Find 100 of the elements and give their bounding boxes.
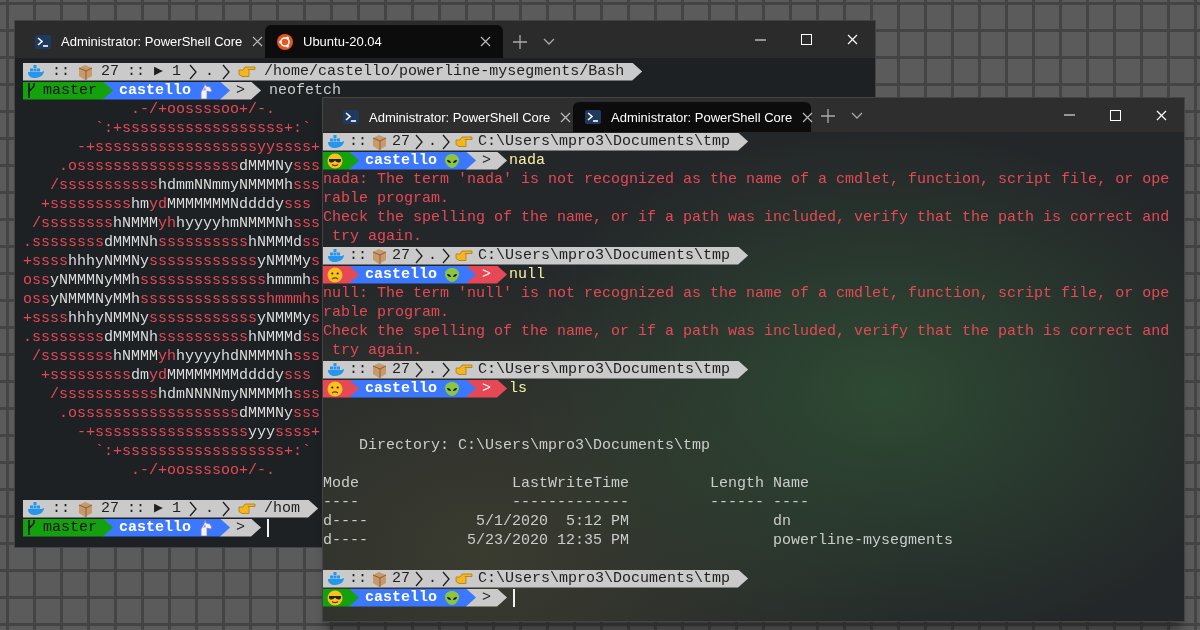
whale-icon [27, 64, 44, 79]
box-icon [372, 361, 387, 378]
ascii-art-line: /sssssssshNMMMyhhyyyyhdNMMMNhsss [31, 347, 321, 366]
error-text: try again. [331, 227, 423, 246]
ascii-art-line: .ssssssssdMMMNhsssssssssshNMMMdss [23, 328, 321, 347]
chevron-icon [442, 570, 451, 587]
tab[interactable]: Ubuntu-20.04 [265, 25, 503, 58]
pointing-hand-icon [455, 135, 474, 148]
count-text: 27 [101, 62, 120, 81]
whale-icon [327, 571, 344, 586]
terminal-prompt-icon [585, 110, 601, 124]
prompt-symbol: > [236, 81, 246, 100]
directory-text: . [205, 499, 215, 518]
separator-text: :: [349, 246, 367, 265]
command-text: nada [509, 151, 546, 170]
ascii-art-line: +ssssssssshmydMMMMMMMNddddysss [40, 195, 312, 214]
separator-text: :: [52, 499, 70, 518]
user-text: castello [365, 151, 437, 170]
close-icon[interactable] [802, 111, 814, 123]
count-text: 27 [392, 569, 411, 588]
close-icon[interactable] [252, 36, 264, 47]
chevron-icon [442, 361, 451, 378]
separator-text: :: [52, 62, 70, 81]
ascii-art-line: +sssshhhyNMMNyssssssssssssyNMMMys [23, 309, 321, 328]
frowning-face-icon [327, 380, 343, 397]
user-text: castello [365, 588, 437, 607]
output-text: ---- ------------- ------ ---- [323, 493, 810, 512]
new-tab-button[interactable] [821, 109, 835, 123]
ascii-art-line: ossyNMMMNyMMhsssssssssssssshmmmhs [23, 290, 321, 309]
ascii-art-line: ossyNMMMNyMMhsssssssssssssshmmmhs [23, 271, 321, 290]
unicorn-icon [198, 519, 215, 536]
error-text: nada: The term 'nada' is not recognized as the name of a cmdlet, function, script file, or ope [323, 170, 1170, 189]
output-text: Mode LastWriteTime Length Name [323, 474, 810, 493]
close-icon[interactable] [560, 111, 572, 123]
ascii-art-line: .ossssssssssssssssssdMMMNysss [58, 404, 321, 423]
tab[interactable]: Administrator: PowerShell Core [573, 102, 811, 132]
output-text: d---- 5/1/2020 5:12 PM dn [323, 512, 792, 531]
close-icon[interactable] [480, 36, 491, 47]
ascii-art-line: -+sssssssssssssssssyyyssss+ [76, 423, 321, 442]
dropdown-button[interactable] [851, 112, 863, 119]
chevron-icon [222, 63, 231, 80]
directory-text: . [428, 246, 438, 265]
directory-text: . [428, 360, 438, 379]
plus-icon [821, 109, 835, 123]
ascii-art-line: `:+ssssssssssssssssss+:` [94, 119, 312, 138]
prompt-symbol: > [482, 379, 492, 398]
chevron-icon [222, 500, 231, 517]
jobs-text: :: ▶ 1 [127, 62, 182, 81]
ascii-art-line: -+ssssssssssssssssssyyssss+ [76, 138, 321, 157]
ascii-art-line: +sssshhhyNMMNyssssssssssssyNMMMys [23, 252, 321, 271]
error-text: rable program. [323, 189, 450, 208]
command-text: null [509, 265, 546, 284]
close-icon [846, 34, 858, 45]
tab[interactable]: Administrator: PowerShell Core [23, 25, 261, 58]
ascii-art-line: .ssssssssdMMMNhsssssssssshNMMMdss [23, 233, 321, 252]
separator-text: :: [349, 569, 367, 588]
alien-icon [444, 589, 460, 606]
alien-icon [444, 380, 460, 397]
user-text: castello [365, 265, 437, 284]
path-text: C:\Users\mpro3\Documents\tmp [478, 360, 731, 379]
pointing-hand-icon [455, 249, 474, 262]
chevron-icon [442, 133, 451, 150]
tab[interactable]: Administrator: PowerShell Core [331, 102, 569, 132]
count-text: 27 [392, 246, 411, 265]
count-text: 27 [392, 132, 411, 151]
chevron-icon [189, 63, 198, 80]
count-text: 27 [392, 360, 411, 379]
error-text: Check the spelling of the name, or if a path was included, verify that the path is correct and [323, 322, 1170, 341]
git-branch-icon [27, 520, 36, 535]
output-text: d---- 5/23/2020 12:35 PM powerline-mysegments [323, 531, 954, 550]
prompt-symbol: > [236, 518, 246, 537]
user-text: castello [365, 379, 437, 398]
ascii-art-line: /ssssssssssshdmNNNNmyNMMMMhsss [49, 385, 321, 404]
path-text: C:\Users\mpro3\Documents\tmp [478, 569, 731, 588]
maximize-icon [1109, 109, 1121, 121]
caret-icon [543, 38, 555, 45]
branch-text: master [43, 81, 97, 100]
path-text: /hom [264, 499, 301, 518]
user-text: castello [119, 81, 192, 100]
minimize-icon [1063, 114, 1075, 116]
caret-icon [851, 112, 863, 119]
user-text: castello [119, 518, 192, 537]
frowning-face-icon [327, 266, 343, 283]
box-icon [78, 500, 93, 517]
close-icon [1155, 109, 1167, 121]
path-text: C:\Users\mpro3\Documents\tmp [478, 132, 731, 151]
new-tab-button[interactable] [513, 35, 527, 49]
minimize-icon [754, 38, 766, 41]
pointing-hand-icon [238, 502, 257, 515]
path-text: C:\Users\mpro3\Documents\tmp [478, 246, 731, 265]
branch-text: master [43, 518, 97, 537]
dropdown-button[interactable] [543, 38, 555, 45]
prompt-symbol: > [482, 151, 492, 170]
ascii-art-line: `:+ssssssssssssssssss+:` [94, 442, 312, 461]
plus-icon [513, 35, 527, 49]
command-text: neofetch [269, 81, 342, 100]
pointing-hand-icon [238, 65, 257, 78]
separator-text: :: [349, 132, 367, 151]
error-text: rable program. [323, 303, 450, 322]
alien-icon [444, 152, 460, 169]
